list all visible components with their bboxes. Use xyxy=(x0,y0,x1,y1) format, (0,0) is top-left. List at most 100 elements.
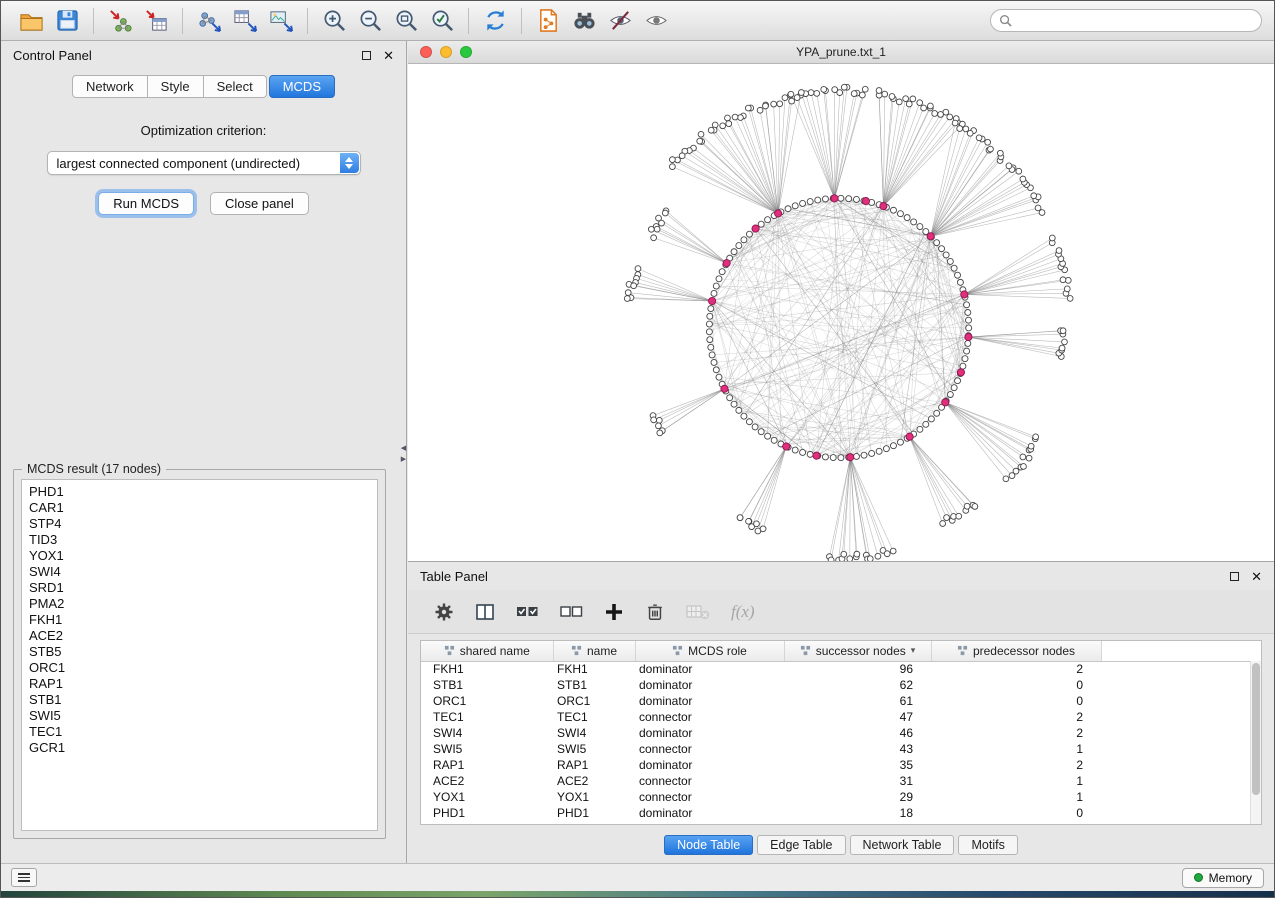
import-network-button[interactable] xyxy=(102,5,138,37)
network-node[interactable] xyxy=(746,231,752,237)
network-node[interactable] xyxy=(966,317,972,323)
network-node[interactable] xyxy=(708,306,714,312)
network-node[interactable] xyxy=(883,446,889,452)
network-node[interactable] xyxy=(838,195,844,201)
network-node[interactable] xyxy=(631,283,637,289)
network-canvas[interactable] xyxy=(408,64,1274,561)
network-node[interactable] xyxy=(788,91,794,97)
network-node[interactable] xyxy=(648,226,654,232)
network-node[interactable] xyxy=(765,433,771,439)
network-node[interactable] xyxy=(706,329,712,335)
panel-splitter[interactable]: ◀ ▶ xyxy=(399,445,408,485)
network-node[interactable] xyxy=(737,515,743,521)
mcds-dominator-node[interactable] xyxy=(775,210,782,217)
close-table-panel-icon[interactable]: ✕ xyxy=(1251,570,1262,583)
network-node[interactable] xyxy=(707,337,713,343)
tab-node-table[interactable]: Node Table xyxy=(664,835,753,855)
network-node[interactable] xyxy=(726,121,732,127)
table-row[interactable]: RAP1RAP1dominator352 xyxy=(421,757,1261,773)
network-node[interactable] xyxy=(956,513,962,519)
network-node[interactable] xyxy=(940,521,946,527)
network-node[interactable] xyxy=(808,90,814,96)
network-node[interactable] xyxy=(792,447,798,453)
network-node[interactable] xyxy=(1013,468,1019,474)
network-node[interactable] xyxy=(758,221,764,227)
tab-motifs[interactable]: Motifs xyxy=(958,835,1017,855)
network-node[interactable] xyxy=(967,130,973,136)
network-node[interactable] xyxy=(709,352,715,358)
network-node[interactable] xyxy=(861,452,867,458)
table-scrollbar[interactable] xyxy=(1250,661,1261,824)
mcds-dominator-node[interactable] xyxy=(961,291,968,298)
network-node[interactable] xyxy=(708,344,714,350)
network-node[interactable] xyxy=(785,206,791,212)
network-node[interactable] xyxy=(706,321,712,327)
network-from-selection-button[interactable] xyxy=(530,5,566,37)
zoom-in-button[interactable] xyxy=(316,5,352,37)
splitter-left-icon[interactable]: ◀ xyxy=(401,445,406,452)
network-node[interactable] xyxy=(794,95,800,101)
mcds-result-item[interactable]: STB5 xyxy=(29,644,370,660)
mcds-dominator-node[interactable] xyxy=(847,454,854,461)
network-node[interactable] xyxy=(763,103,769,109)
network-node[interactable] xyxy=(1006,163,1012,169)
network-node[interactable] xyxy=(635,266,641,272)
network-node[interactable] xyxy=(960,363,966,369)
network-node[interactable] xyxy=(952,120,958,126)
column-header-successor-nodes[interactable]: successor nodes▾ xyxy=(784,641,931,661)
network-node[interactable] xyxy=(1035,205,1041,211)
window-minimize-icon[interactable] xyxy=(440,46,452,58)
network-node[interactable] xyxy=(910,96,916,102)
network-node[interactable] xyxy=(951,265,957,271)
run-mcds-button[interactable]: Run MCDS xyxy=(98,192,194,215)
network-node[interactable] xyxy=(897,211,903,217)
table-settings-button gear-icon[interactable] xyxy=(434,602,454,622)
table-row[interactable]: YOX1YOX1connector291 xyxy=(421,789,1261,805)
export-image-button[interactable] xyxy=(263,5,299,37)
mcds-result-item[interactable]: YOX1 xyxy=(29,548,370,564)
network-node[interactable] xyxy=(903,96,909,102)
network-node[interactable] xyxy=(1020,176,1026,182)
network-node[interactable] xyxy=(656,423,662,429)
table-row[interactable]: FKH1FKH1dominator962 xyxy=(421,661,1261,677)
network-node[interactable] xyxy=(716,374,722,380)
zoom-fit-button[interactable] xyxy=(388,5,424,37)
network-node[interactable] xyxy=(955,272,961,278)
mcds-dominator-node[interactable] xyxy=(906,433,913,440)
network-node[interactable] xyxy=(859,92,865,98)
save-session-button[interactable] xyxy=(49,5,85,37)
network-node[interactable] xyxy=(1060,277,1066,283)
search-input[interactable] xyxy=(1018,14,1253,28)
network-window-titlebar[interactable]: YPA_prune.txt_1 xyxy=(408,41,1274,64)
network-node[interactable] xyxy=(1031,193,1037,199)
network-node[interactable] xyxy=(875,553,881,559)
mcds-result-item[interactable]: GCR1 xyxy=(29,740,370,756)
network-node[interactable] xyxy=(904,215,910,221)
network-node[interactable] xyxy=(720,123,726,129)
network-node[interactable] xyxy=(884,551,890,557)
network-node[interactable] xyxy=(988,146,994,152)
network-node[interactable] xyxy=(976,135,982,141)
network-node[interactable] xyxy=(854,551,860,557)
network-node[interactable] xyxy=(731,249,737,255)
network-node[interactable] xyxy=(928,416,934,422)
network-node[interactable] xyxy=(814,91,820,97)
network-node[interactable] xyxy=(727,395,733,401)
select-all-button select-all-icon[interactable] xyxy=(516,602,539,622)
delete-column-button trash-icon[interactable] xyxy=(645,602,665,622)
mcds-result-item[interactable]: CAR1 xyxy=(29,500,370,516)
network-node[interactable] xyxy=(782,95,788,101)
tab-edge-table[interactable]: Edge Table xyxy=(757,835,845,855)
network-node[interactable] xyxy=(934,240,940,246)
network-node[interactable] xyxy=(746,419,752,425)
network-node[interactable] xyxy=(957,126,963,132)
network-node[interactable] xyxy=(923,421,929,427)
network-node[interactable] xyxy=(965,340,971,346)
network-node[interactable] xyxy=(800,200,806,206)
column-header-mcds-role[interactable]: MCDS role xyxy=(635,641,784,661)
network-node[interactable] xyxy=(985,139,991,145)
add-column-button plus-icon[interactable] xyxy=(604,602,624,622)
mcds-dominator-node[interactable] xyxy=(957,369,964,376)
network-node[interactable] xyxy=(679,153,685,159)
network-node[interactable] xyxy=(771,101,777,107)
